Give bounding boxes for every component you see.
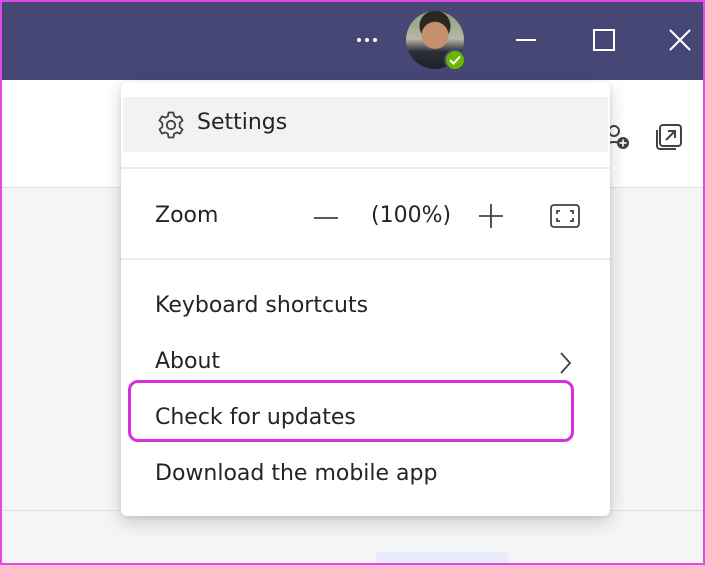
more-options-button[interactable]	[352, 28, 382, 52]
menu-item-check-for-updates[interactable]: Check for updates	[121, 393, 610, 445]
profile-avatar[interactable]	[406, 11, 466, 71]
keyboard-shortcuts-label: Keyboard shortcuts	[155, 293, 369, 318]
fullscreen-icon	[550, 204, 580, 228]
menu-item-settings[interactable]: Settings	[123, 97, 608, 152]
close-icon	[669, 29, 691, 51]
zoom-out-button[interactable]	[311, 203, 341, 233]
background-tab	[376, 552, 508, 563]
presence-available-icon	[444, 49, 466, 71]
maximize-button[interactable]	[586, 24, 622, 56]
chevron-right-icon	[560, 352, 572, 374]
settings-label: Settings	[197, 110, 288, 135]
menu-item-download-mobile-app[interactable]: Download the mobile app	[121, 449, 610, 501]
gear-icon	[158, 111, 184, 139]
close-button[interactable]	[662, 24, 698, 56]
popout-icon	[656, 124, 682, 150]
zoom-label: Zoom	[155, 203, 219, 228]
maximize-icon	[593, 29, 615, 51]
fullscreen-button[interactable]	[549, 202, 581, 230]
zoom-level-value: (100%)	[371, 203, 452, 228]
about-label: About	[155, 349, 221, 374]
title-bar	[2, 2, 703, 80]
menu-divider	[121, 167, 610, 169]
settings-menu: Settings Zoom (100%) Keyboard shortcuts …	[121, 82, 610, 516]
more-dot	[365, 38, 369, 42]
more-dot	[373, 38, 377, 42]
zoom-out-icon	[314, 217, 338, 219]
download-mobile-app-label: Download the mobile app	[155, 461, 438, 486]
menu-divider	[121, 258, 610, 260]
popout-button[interactable]	[654, 122, 684, 152]
zoom-row: Zoom (100%)	[121, 170, 610, 256]
minimize-button[interactable]	[507, 24, 543, 56]
more-horizontal-icon	[357, 38, 361, 42]
menu-item-about[interactable]: About	[121, 337, 610, 389]
zoom-in-button[interactable]	[476, 201, 506, 231]
app-window: Settings Zoom (100%) Keyboard shortcuts …	[0, 0, 705, 565]
minimize-icon	[516, 39, 536, 41]
zoom-in-icon	[479, 204, 503, 228]
check-for-updates-label: Check for updates	[155, 405, 356, 430]
menu-item-keyboard-shortcuts[interactable]: Keyboard shortcuts	[121, 281, 610, 333]
